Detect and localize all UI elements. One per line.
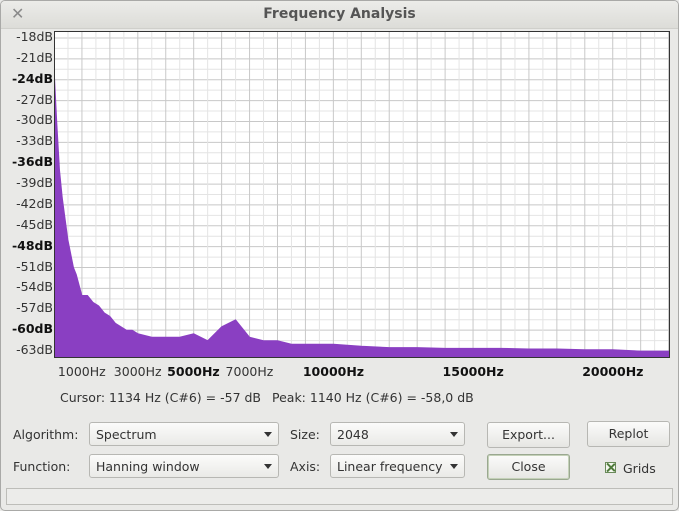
spectrum-plot[interactable] xyxy=(54,31,670,358)
x-tick-label: 5000Hz xyxy=(167,364,220,379)
chevron-down-icon xyxy=(264,464,272,469)
algorithm-select[interactable]: Spectrum xyxy=(89,422,279,446)
x-tick-label: 7000Hz xyxy=(225,364,274,379)
y-tick-label: -24dB xyxy=(11,70,53,86)
axis-label: Axis: xyxy=(290,459,321,474)
y-tick-label: -60dB xyxy=(11,321,53,337)
x-tick-label: 1000Hz xyxy=(57,364,106,379)
algorithm-value: Spectrum xyxy=(96,427,157,442)
window-title: Frequency Analysis xyxy=(263,6,416,22)
chevron-down-icon xyxy=(264,432,272,437)
export-button[interactable]: Export... xyxy=(487,422,570,448)
x-tick-label: 3000Hz xyxy=(113,364,162,379)
replot-button[interactable]: Replot xyxy=(587,421,670,447)
chevron-down-icon xyxy=(450,464,458,469)
y-tick-label: -33dB xyxy=(16,133,53,149)
cursor-readout: Cursor: 1134 Hz (C#6) = -57 dB xyxy=(60,390,262,405)
y-tick-label: -39dB xyxy=(16,175,53,191)
y-tick-label: -63dB xyxy=(16,342,53,358)
y-tick-label: -18dB xyxy=(16,28,53,44)
y-tick-label: -57dB xyxy=(16,300,53,316)
title-bar: ✕ Frequency Analysis xyxy=(1,1,678,29)
function-label: Function: xyxy=(13,459,71,474)
y-tick-label: -21dB xyxy=(16,49,53,65)
y-tick-label: -27dB xyxy=(16,91,53,107)
y-tick-label: -30dB xyxy=(16,112,53,128)
axis-value: Linear frequency xyxy=(337,459,443,474)
x-tick-label: 15000Hz xyxy=(442,364,504,379)
size-select[interactable]: 2048 xyxy=(330,422,465,446)
grid xyxy=(54,31,670,358)
y-tick-label: -54dB xyxy=(16,279,53,295)
size-value: 2048 xyxy=(337,427,369,442)
grids-checkbox[interactable] xyxy=(605,462,616,473)
status-bar xyxy=(6,488,673,505)
axis-select[interactable]: Linear frequency xyxy=(330,454,465,478)
grids-label: Grids xyxy=(623,461,656,476)
frequency-analysis-window: ✕ Frequency Analysis -18dB -21dB -24dB -27d… xyxy=(0,0,679,511)
function-value: Hanning window xyxy=(96,459,200,474)
y-tick-label: -36dB xyxy=(11,154,53,170)
y-tick-label: -45dB xyxy=(16,216,53,232)
peak-readout: Peak: 1140 Hz (C#6) = -58,0 dB xyxy=(272,390,474,405)
size-label: Size: xyxy=(290,427,320,442)
algorithm-label: Algorithm: xyxy=(13,427,79,442)
y-tick-label: -48dB xyxy=(11,237,53,253)
x-tick-label: 10000Hz xyxy=(302,364,365,379)
function-select[interactable]: Hanning window xyxy=(89,454,279,478)
chevron-down-icon xyxy=(450,432,458,437)
y-tick-label: -51dB xyxy=(16,258,53,274)
x-tick-label: 20000Hz xyxy=(582,364,644,379)
y-tick-label: -42dB xyxy=(16,195,53,211)
close-button[interactable]: Close xyxy=(487,454,570,480)
